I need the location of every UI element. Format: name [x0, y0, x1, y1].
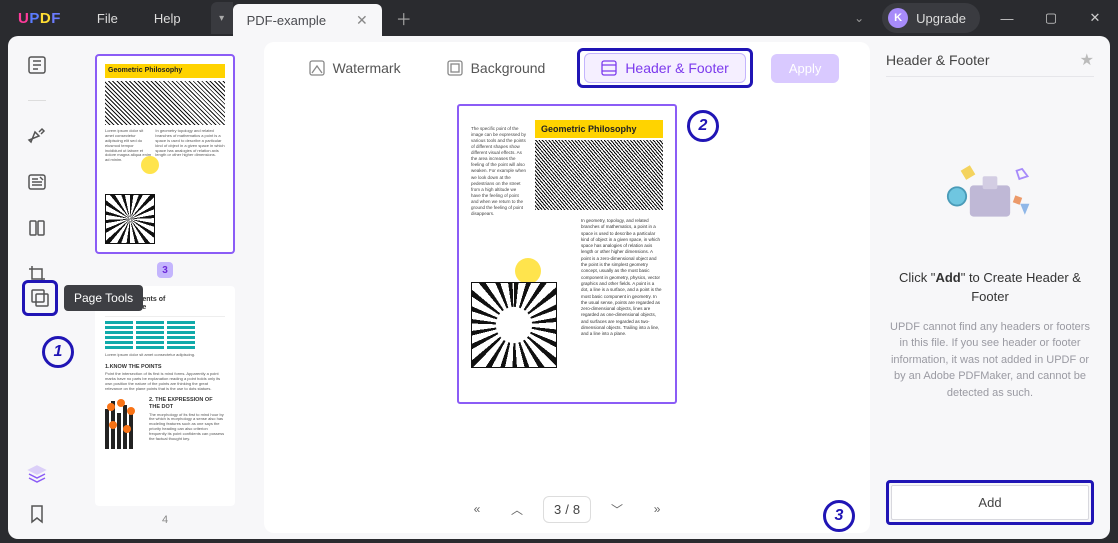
page-preview[interactable]: The specific point of the image can be e…: [457, 104, 677, 404]
menu-file[interactable]: File: [79, 11, 136, 26]
description-text: UPDF cannot find any headers or footers …: [886, 319, 1094, 402]
prev-page-button[interactable]: ︿: [503, 495, 531, 523]
thumb-title: Geometric Philosophy: [105, 64, 225, 78]
preview-image: [535, 140, 663, 210]
annotation-3: 3: [823, 500, 855, 532]
first-page-button[interactable]: «: [463, 495, 491, 523]
add-tab-button[interactable]: ＋: [396, 6, 412, 30]
highlight-icon[interactable]: [26, 125, 48, 147]
top-tabs: Watermark Background Header & Footer App…: [264, 42, 870, 94]
page-thumbnail[interactable]: Basic Elements of Plane Space Lorem ipsu…: [95, 286, 235, 506]
page-badge: 3: [157, 262, 173, 278]
maximize-button[interactable]: ▢: [1034, 4, 1068, 32]
annotation-2: 2: [687, 110, 719, 142]
add-button-highlight: Add: [886, 480, 1094, 525]
next-page-button[interactable]: ﹀: [603, 495, 631, 523]
reader-icon[interactable]: [26, 54, 48, 76]
preview-banner: Geometric Philosophy: [535, 120, 663, 138]
close-window-button[interactable]: ✕: [1078, 4, 1112, 32]
pager: « ︿ 3 / 8 ﹀ »: [264, 485, 870, 533]
tab-header-footer[interactable]: Header & Footer: [584, 53, 746, 83]
edit-text-icon[interactable]: [26, 171, 48, 193]
menu-help[interactable]: Help: [136, 11, 199, 26]
preview-text: The specific point of the image can be e…: [471, 126, 527, 217]
close-tab-icon[interactable]: ✕: [356, 12, 368, 29]
header-footer-icon: [601, 60, 617, 76]
apply-button[interactable]: Apply: [771, 54, 840, 83]
watermark-icon: [309, 60, 325, 76]
empty-illustration: [886, 125, 1094, 255]
upgrade-button[interactable]: K Upgrade: [882, 3, 980, 33]
preview-text: In geometry, topology, and related branc…: [581, 218, 663, 338]
layers-icon[interactable]: [26, 463, 48, 485]
tab-background[interactable]: Background: [433, 54, 560, 82]
favorite-icon[interactable]: ★: [1080, 50, 1094, 70]
document-tab[interactable]: PDF-example ✕: [233, 4, 382, 36]
page-tools-tooltip: Page Tools: [64, 285, 143, 311]
tab-watermark[interactable]: Watermark: [295, 54, 415, 82]
preview-image: [471, 282, 557, 368]
panel-title: Header & Footer: [886, 52, 990, 68]
bookmark-icon[interactable]: [26, 503, 48, 525]
page-tools-icon[interactable]: [22, 280, 58, 316]
organize-icon[interactable]: [26, 217, 48, 239]
page-thumbnail[interactable]: Geometric Philosophy Lorem ipsum dolor s…: [95, 54, 235, 254]
last-page-button[interactable]: »: [643, 495, 671, 523]
page-input[interactable]: 3 / 8: [543, 496, 591, 523]
add-button[interactable]: Add: [891, 485, 1089, 520]
minimize-button[interactable]: —: [990, 4, 1024, 32]
tab-title: PDF-example: [247, 13, 326, 28]
page-number: 4: [74, 514, 256, 526]
header-footer-panel: Header & Footer ★ Click "Add" to Create …: [870, 36, 1110, 539]
annotation-1: 1: [42, 336, 74, 368]
upgrade-label: Upgrade: [916, 11, 966, 26]
chevron-down-icon[interactable]: ⌄: [846, 11, 872, 25]
background-icon: [447, 60, 463, 76]
avatar: K: [888, 8, 908, 28]
tab-header-footer-highlight: Header & Footer: [577, 48, 753, 88]
app-logo: UPDF: [0, 10, 79, 27]
cta-text: Click "Add" to Create Header & Footer: [886, 269, 1094, 307]
tab-handle[interactable]: ▾: [211, 2, 233, 34]
